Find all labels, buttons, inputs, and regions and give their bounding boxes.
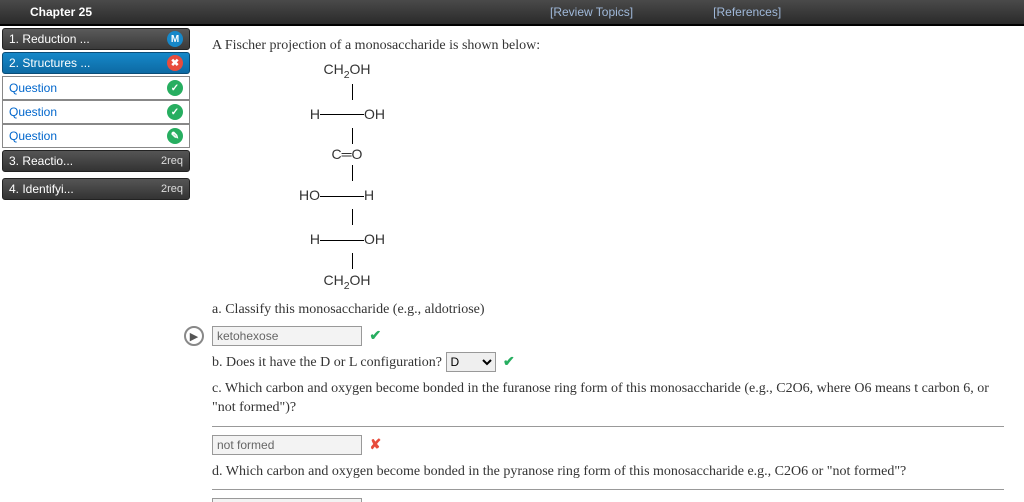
sidebar-item-structures[interactable]: 2. Structures ... ✖ bbox=[2, 52, 190, 74]
fischer-projection: CH2OH HOH C═O HOH HOH CH2OH bbox=[282, 62, 1004, 292]
pencil-icon: ✎ bbox=[167, 128, 183, 144]
answer-c-input[interactable] bbox=[212, 435, 362, 455]
sidebar-item-label: 2. Structures ... bbox=[9, 56, 90, 70]
divider bbox=[212, 489, 1004, 490]
sidebar-item-identifyi[interactable]: 4. Identifyi... 2req bbox=[2, 178, 190, 200]
answer-a-input[interactable] bbox=[212, 326, 362, 346]
badge-m-icon: M bbox=[167, 31, 183, 47]
review-topics-link[interactable]: [Review Topics] bbox=[550, 5, 633, 19]
cross-icon: ✘ bbox=[370, 438, 382, 453]
sidebar-sub-question-1[interactable]: Question ✓ bbox=[2, 76, 190, 100]
sidebar-item-label: 4. Identifyi... bbox=[9, 182, 74, 196]
top-bar: Chapter 25 [Review Topics] [References] bbox=[0, 0, 1024, 26]
req-badge: 2req bbox=[161, 183, 183, 195]
sidebar-sub-question-2[interactable]: Question ✓ bbox=[2, 100, 190, 124]
question-b: b. Does it have the D or L configuration… bbox=[212, 355, 442, 370]
content-area: A Fischer projection of a monosaccharide… bbox=[192, 26, 1024, 502]
question-a: a. Classify this monosaccharide (e.g., a… bbox=[212, 300, 1004, 320]
references-link[interactable]: [References] bbox=[713, 5, 781, 19]
intro-text: A Fischer projection of a monosaccharide… bbox=[212, 38, 1004, 54]
sidebar-item-reactio[interactable]: 3. Reactio... 2req bbox=[2, 150, 190, 172]
sidebar-item-label: Question bbox=[9, 81, 57, 95]
sidebar-item-label: Question bbox=[9, 105, 57, 119]
expand-icon[interactable]: ▶ bbox=[184, 326, 204, 346]
sidebar-item-label: Question bbox=[9, 129, 57, 143]
req-badge: 2req bbox=[161, 155, 183, 167]
check-icon: ✓ bbox=[167, 104, 183, 120]
sidebar-item-label: 3. Reactio... bbox=[9, 154, 73, 168]
answer-b-select[interactable]: D bbox=[446, 352, 496, 372]
sidebar-item-label: 1. Reduction ... bbox=[9, 32, 90, 46]
chapter-title: Chapter 25 bbox=[0, 5, 550, 19]
close-icon: ✖ bbox=[167, 55, 183, 71]
sidebar-sub-question-3[interactable]: Question ✎ bbox=[2, 124, 190, 148]
check-icon: ✔ bbox=[370, 329, 382, 344]
check-icon: ✔ bbox=[503, 355, 515, 370]
answer-d-input[interactable] bbox=[212, 498, 362, 502]
fischer-bottom: CH2OH bbox=[282, 273, 412, 292]
sidebar: 1. Reduction ... M 2. Structures ... ✖ Q… bbox=[0, 26, 192, 502]
question-d: d. Which carbon and oxygen become bonded… bbox=[212, 462, 1004, 482]
fischer-top: CH2OH bbox=[282, 62, 412, 81]
question-c: c. Which carbon and oxygen become bonded… bbox=[212, 379, 1004, 418]
divider bbox=[212, 426, 1004, 427]
check-icon: ✓ bbox=[167, 80, 183, 96]
sidebar-item-reduction[interactable]: 1. Reduction ... M bbox=[2, 28, 190, 50]
